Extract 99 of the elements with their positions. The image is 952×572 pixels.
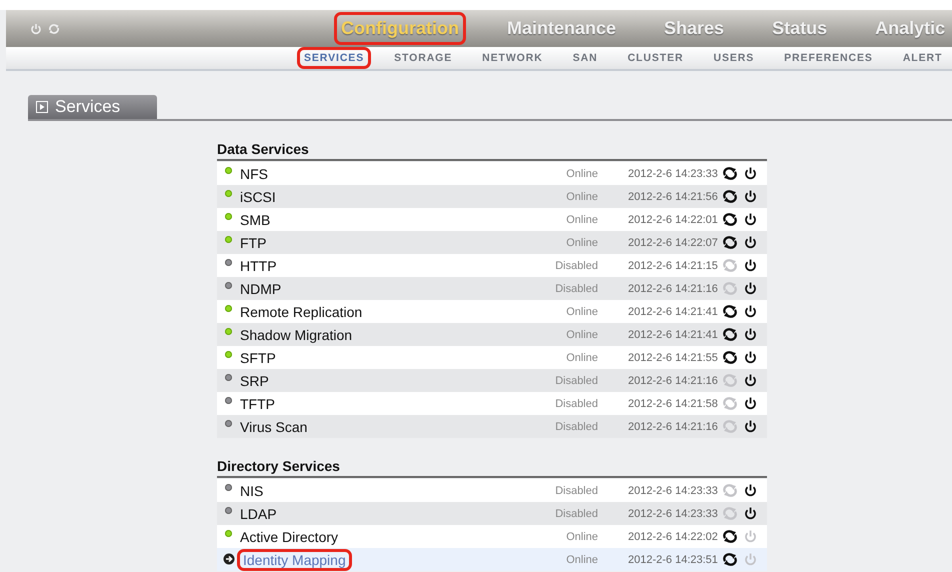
restart-icon[interactable] [722, 305, 738, 318]
restart-icon[interactable] [722, 328, 738, 341]
timestamp: 2012-2-6 14:23:33 [627, 484, 719, 496]
service-row[interactable]: NIS Disabled 2012-2-6 14:23:33 [217, 479, 767, 502]
service-name: Active Directory [240, 528, 338, 544]
service-row[interactable]: SFTP Online 2012-2-6 14:21:55 [217, 346, 767, 369]
service-status: Online [565, 352, 598, 364]
power-icon[interactable] [744, 351, 757, 364]
power-icon[interactable] [744, 167, 757, 180]
service-row[interactable]: Remote Replication Online 2012-2-6 14:21:41 [217, 300, 767, 323]
power-icon[interactable] [744, 507, 757, 520]
service-status: Online [565, 306, 598, 318]
service-status: Disabled [554, 420, 598, 432]
timestamp: 2012-2-6 14:21:41 [627, 306, 719, 318]
power-icon[interactable] [744, 420, 757, 433]
service-row[interactable]: Virus Scan Disabled 2012-2-6 14:21:16 [217, 415, 767, 438]
timestamp: 2012-2-6 14:21:16 [627, 374, 719, 386]
subnav-tab[interactable]: USERS [709, 50, 758, 66]
subnav-tab[interactable]: STORAGE [390, 50, 456, 66]
service-name: iSCSI [240, 188, 276, 204]
service-status: Disabled [554, 508, 598, 520]
arrow-right-icon [222, 553, 234, 565]
service-status: Disabled [554, 282, 598, 294]
subnav-tab[interactable]: PREFERENCES [780, 50, 877, 66]
service-status: Disabled [554, 398, 598, 410]
power-icon[interactable] [744, 374, 757, 387]
power-icon[interactable] [744, 397, 757, 410]
service-status: Disabled [554, 484, 598, 496]
subnav-tab[interactable]: CLUSTER [624, 50, 688, 66]
power-icon[interactable] [744, 259, 757, 272]
restart-icon[interactable] [722, 213, 738, 226]
service-name: Virus Scan [240, 418, 308, 434]
timestamp: 2012-2-6 14:21:16 [627, 282, 719, 294]
service-name: NDMP [240, 280, 282, 296]
service-row[interactable]: SRP Disabled 2012-2-6 14:21:16 [217, 369, 767, 392]
service-status: Online [565, 554, 598, 566]
restart-icon[interactable] [722, 236, 738, 249]
panel-title: Services [55, 97, 120, 117]
restart-icon[interactable] [722, 530, 738, 543]
service-row[interactable]: HTTP Disabled 2012-2-6 14:21:15 [217, 254, 767, 277]
service-status: Online [565, 190, 598, 202]
service-status: Online [565, 236, 598, 248]
restart-icon[interactable] [722, 553, 738, 566]
power-icon[interactable] [744, 236, 757, 249]
service-name: SMB [240, 212, 270, 228]
timestamp: 2012-2-6 14:22:02 [627, 530, 719, 542]
subnav-tab[interactable]: NETWORK [478, 50, 547, 66]
subnav-tab[interactable]: SAN [568, 50, 602, 66]
timestamp: 2012-2-6 14:21:41 [627, 328, 719, 340]
service-row[interactable]: LDAP Disabled 2012-2-6 14:23:33 [217, 502, 767, 525]
timestamp: 2012-2-6 14:21:56 [627, 190, 719, 202]
timestamp: 2012-2-6 14:23:33 [627, 168, 719, 180]
power-icon[interactable] [744, 484, 757, 497]
timestamp: 2012-2-6 14:21:58 [627, 398, 719, 410]
timestamp: 2012-2-6 14:22:07 [627, 236, 719, 248]
timestamp: 2012-2-6 14:21:16 [627, 420, 719, 432]
service-row[interactable]: NDMP Disabled 2012-2-6 14:21:16 [217, 277, 767, 300]
service-name: SFTP [240, 350, 276, 366]
service-status: Online [565, 530, 598, 542]
service-name: Remote Replication [240, 304, 362, 320]
service-row[interactable]: FTP Online 2012-2-6 14:22:07 [217, 231, 767, 254]
service-name: NFS [240, 166, 268, 182]
service-status: Online [565, 168, 598, 180]
power-icon[interactable] [744, 190, 757, 203]
service-status: Disabled [554, 374, 598, 386]
service-row[interactable]: Shadow Migration Online 2012-2-6 14:21:41 [217, 323, 767, 346]
service-status: Online [565, 214, 598, 226]
service-name: HTTP [240, 258, 277, 274]
service-name[interactable]: Identity Mapping [240, 552, 349, 568]
power-icon[interactable] [744, 282, 757, 295]
subnav-tab[interactable]: SERVICES [300, 50, 368, 66]
power-icon[interactable] [744, 328, 757, 341]
service-name: SRP [240, 372, 269, 388]
service-name: NIS [240, 482, 264, 498]
subnav-tab[interactable]: ALERT [898, 50, 946, 66]
service-row[interactable]: NFS Online 2012-2-6 14:23:33 [217, 162, 767, 185]
service-status: Online [565, 328, 598, 340]
service-row[interactable]: TFTP Disabled 2012-2-6 14:21:58 [217, 392, 767, 415]
timestamp: 2012-2-6 14:23:51 [627, 554, 719, 566]
power-icon[interactable] [744, 305, 757, 318]
expand-icon [36, 101, 48, 113]
timestamp: 2012-2-6 14:21:55 [627, 352, 719, 364]
timestamp: 2012-2-6 14:23:33 [627, 508, 719, 520]
restart-icon[interactable] [722, 351, 738, 364]
service-row[interactable]: Identity Mapping Online 2012-2-6 14:23:51 [217, 548, 767, 571]
service-row[interactable]: iSCSI Online 2012-2-6 14:21:56 [217, 185, 767, 208]
service-status: Disabled [554, 260, 598, 272]
service-row[interactable]: SMB Online 2012-2-6 14:22:01 [217, 208, 767, 231]
restart-icon[interactable] [722, 190, 738, 203]
service-row[interactable]: Active Directory Online 2012-2-6 14:22:02 [217, 525, 767, 548]
timestamp: 2012-2-6 14:21:15 [627, 260, 719, 272]
power-icon[interactable] [744, 213, 757, 226]
service-name: TFTP [240, 396, 275, 412]
service-name: Shadow Migration [240, 326, 352, 342]
service-name: LDAP [240, 506, 277, 522]
timestamp: 2012-2-6 14:22:01 [627, 214, 719, 226]
service-name: FTP [240, 234, 266, 250]
restart-icon[interactable] [722, 167, 738, 180]
panel-tab[interactable]: Services [28, 95, 157, 119]
